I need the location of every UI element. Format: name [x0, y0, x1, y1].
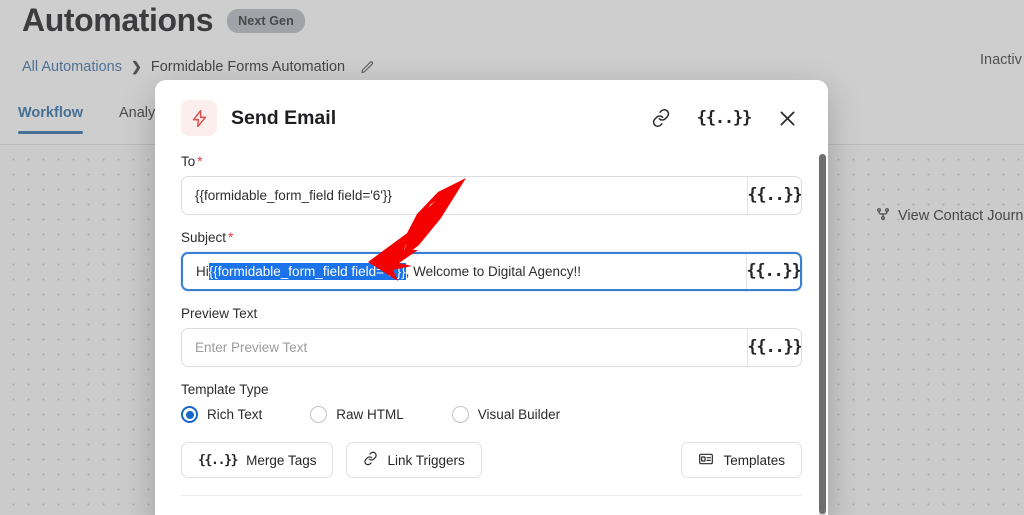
radio-visual-builder[interactable]: Visual Builder	[451, 406, 561, 423]
merge-tag-icon[interactable]: {{..}}	[697, 109, 752, 127]
merge-tags-button[interactable]: {{..}} Merge Tags	[181, 442, 334, 478]
to-label: To *	[181, 154, 802, 169]
radio-visual-builder-dot[interactable]	[451, 406, 469, 423]
field-group-preview-text: Preview Text Enter Preview Text {{..}}	[181, 306, 802, 367]
merge-tag-icon: {{..}}	[747, 185, 802, 205]
subject-label-text: Subject	[181, 230, 227, 245]
modal-body: To * {{formidable_form_field field='6'}} …	[155, 148, 828, 508]
radio-rich-text-dot[interactable]	[181, 406, 198, 423]
merge-tag-icon: {{..}}	[747, 337, 802, 357]
merge-tags-label: Merge Tags	[246, 452, 317, 468]
radio-raw-html-label: Raw HTML	[336, 407, 404, 422]
field-group-subject: Subject * Hi {{formidable_form_field fiel…	[181, 230, 802, 291]
merge-tag-icon: {{..}}	[198, 452, 238, 468]
templates-button[interactable]: Templates	[681, 442, 802, 478]
modal-scrollbar-track[interactable]	[819, 154, 826, 515]
to-required-asterisk: *	[197, 154, 203, 169]
radio-rich-text-label: Rich Text	[207, 407, 263, 422]
to-merge-tag-button[interactable]: {{..}}	[747, 177, 801, 214]
to-input-wrap[interactable]: {{formidable_form_field field='6'}} {{..…	[181, 176, 802, 215]
subject-prefix: Hi	[196, 264, 209, 279]
preview-text-input[interactable]: Enter Preview Text	[182, 329, 747, 366]
link-icon	[363, 451, 378, 469]
subject-input[interactable]: Hi {{formidable_form_field field='7'}}, …	[183, 254, 746, 289]
send-email-modal: Send Email {{..}} To * {{formidable_form…	[155, 80, 828, 515]
subject-input-wrap[interactable]: Hi {{formidable_form_field field='7'}}, …	[181, 252, 802, 291]
modal-below-strip	[181, 496, 802, 508]
action-button-row: {{..}} Merge Tags Link Triggers Template…	[181, 442, 802, 478]
modal-title: Send Email	[231, 106, 337, 129]
subject-required-asterisk: *	[228, 230, 234, 245]
radio-visual-builder-label: Visual Builder	[477, 407, 561, 422]
radio-rich-text[interactable]: Rich Text	[181, 406, 262, 423]
subject-suffix: , Welcome to Digital Agency!!	[405, 264, 582, 279]
field-group-to: To * {{formidable_form_field field='6'}} …	[181, 154, 802, 215]
template-type-label: Template Type	[181, 382, 269, 397]
templates-label: Templates	[723, 452, 785, 468]
subject-merge-tag-button[interactable]: {{..}}	[746, 254, 800, 289]
radio-raw-html-dot[interactable]	[310, 406, 328, 423]
to-input[interactable]: {{formidable_form_field field='6'}}	[182, 177, 747, 214]
to-label-text: To	[181, 154, 196, 169]
close-icon[interactable]	[777, 108, 798, 129]
preview-text-label: Preview Text	[181, 306, 258, 321]
link-triggers-label: Link Triggers	[387, 452, 465, 468]
template-card-icon	[698, 451, 714, 470]
modal-header: Send Email {{..}}	[155, 80, 828, 148]
preview-text-merge-tag-button[interactable]: {{..}}	[747, 329, 801, 366]
field-group-template-type: Template Type Rich Text Raw HTML Visual …	[181, 382, 802, 423]
merge-tag-icon: {{..}}	[746, 261, 801, 281]
link-triggers-button[interactable]: Link Triggers	[346, 442, 482, 478]
subject-label: Subject *	[181, 230, 802, 245]
radio-raw-html[interactable]: Raw HTML	[310, 406, 404, 423]
modal-scrollbar-thumb[interactable]	[819, 154, 826, 514]
preview-text-input-wrap[interactable]: Enter Preview Text {{..}}	[181, 328, 802, 367]
lightning-bolt-icon	[181, 100, 217, 136]
link-icon[interactable]	[651, 108, 671, 128]
template-type-radio-group: Rich Text Raw HTML Visual Builder	[181, 406, 802, 423]
subject-selected-merge-tag: {{formidable_form_field field='7'}}	[208, 263, 406, 280]
